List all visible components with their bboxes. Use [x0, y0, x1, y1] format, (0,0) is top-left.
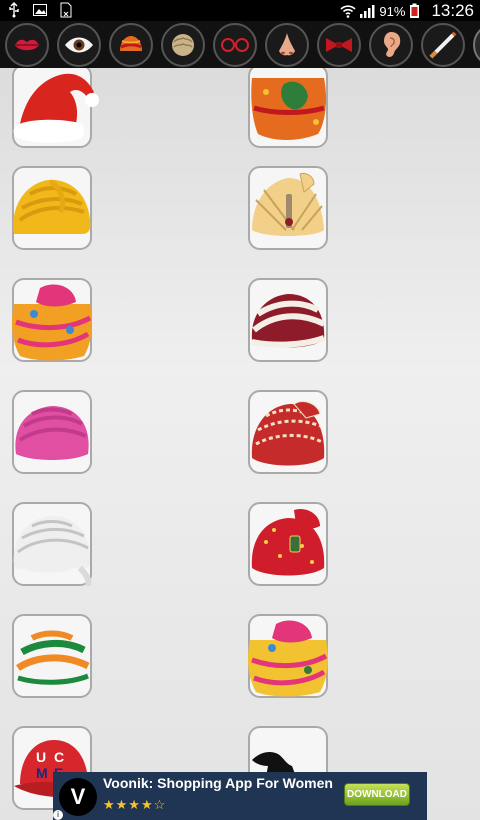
pink-patterned-turban-image: [12, 284, 92, 361]
sticker-pink-turban[interactable]: [12, 390, 92, 474]
turban-icon: [120, 36, 142, 51]
hair-icon: [172, 34, 194, 56]
sticker-pink-yellow-turban[interactable]: [248, 614, 328, 698]
wifi-icon: [339, 3, 356, 19]
lips-icon: [15, 39, 39, 51]
category-nose[interactable]: [265, 23, 309, 67]
eye-icon: [65, 37, 93, 53]
nose-icon: [279, 33, 295, 56]
ad-info-icon[interactable]: i: [53, 810, 63, 820]
signal-icon: [359, 3, 375, 19]
sticker-red-jeweled-turban[interactable]: [248, 502, 328, 586]
cigarette-icon: [429, 31, 457, 59]
ad-app-logo[interactable]: V: [59, 778, 97, 816]
sticker-grid: U C M E: [0, 68, 480, 820]
santa-hat-image: [13, 73, 99, 143]
sticker-tricolor-turban[interactable]: [12, 614, 92, 698]
category-cigarette[interactable]: [421, 23, 465, 67]
sticker-cream-turban-with-brooch[interactable]: [248, 166, 328, 250]
battery-icon: [409, 3, 425, 19]
pink-turban-image: [15, 406, 89, 460]
category-bowtie[interactable]: [317, 23, 361, 67]
svg-text:C: C: [54, 749, 64, 765]
cream-turban-with-brooch-image: [252, 173, 324, 236]
bowtie-icon: [326, 38, 352, 52]
ad-title[interactable]: Voonik: Shopping App For Women: [103, 775, 333, 791]
category-turbans[interactable]: [109, 23, 153, 67]
ad-banner[interactable]: V Voonik: Shopping App For Women ★★★★☆ D…: [53, 772, 427, 820]
tricolor-turban-image: [15, 630, 90, 685]
category-ear[interactable]: [369, 23, 413, 67]
category-eyes[interactable]: [57, 23, 101, 67]
category-lips[interactable]: [5, 23, 49, 67]
category-more[interactable]: [473, 23, 480, 67]
sticker-white-turban[interactable]: [12, 502, 92, 586]
sticker-santa-hat[interactable]: [12, 68, 99, 148]
ear-icon: [384, 32, 401, 57]
embroidered-red-turban-image: [251, 401, 325, 466]
battery-percent: 91%: [379, 3, 406, 19]
sticker-orange-patterned-turban[interactable]: [248, 68, 328, 148]
maroon-white-turban-image: [251, 294, 326, 348]
orange-patterned-turban-image: [251, 78, 326, 140]
svg-text:U: U: [36, 749, 46, 765]
sticker-embroidered-red-turban[interactable]: [248, 390, 328, 474]
sim-icon: [58, 2, 74, 18]
sticker-maroon-white-turban[interactable]: [248, 278, 328, 362]
sticker-pink-patterned-turban[interactable]: [12, 278, 92, 362]
white-turban-image: [13, 516, 92, 586]
image-icon: [32, 2, 48, 18]
category-hair[interactable]: [161, 23, 205, 67]
red-jeweled-turban-image: [251, 508, 325, 576]
sticker-yellow-turban[interactable]: [12, 166, 92, 250]
pink-yellow-turban-image: [248, 620, 328, 697]
ad-rating-stars: ★★★★☆: [103, 797, 167, 812]
clock: 13:26: [431, 1, 474, 20]
category-bar: [0, 21, 480, 68]
category-glasses[interactable]: [213, 23, 257, 67]
usb-icon: [6, 2, 22, 18]
status-bar: 91% 13:26: [0, 0, 480, 21]
glasses-icon: [221, 38, 249, 52]
svg-text:M: M: [36, 765, 48, 781]
yellow-turban-image: [13, 179, 91, 234]
ad-download-button[interactable]: DOWNLOAD: [344, 783, 410, 806]
